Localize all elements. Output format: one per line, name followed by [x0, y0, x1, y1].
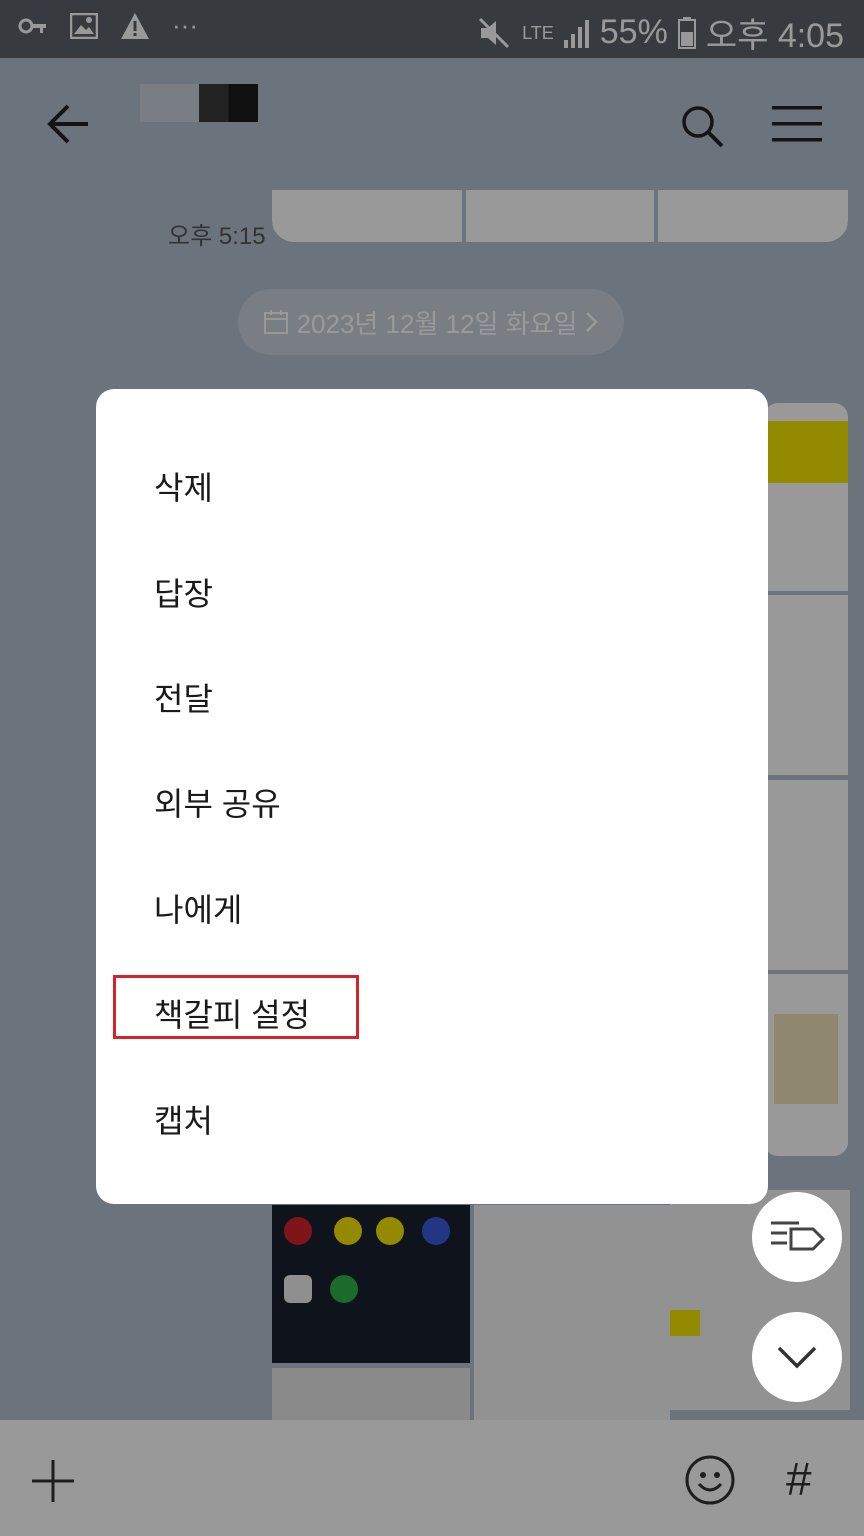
menu-item-forward[interactable]: 전달 [154, 674, 213, 720]
menu-item-capture[interactable]: 캡처 [154, 1096, 213, 1142]
menu-item-reply[interactable]: 답장 [154, 569, 213, 615]
highlight-box [113, 975, 359, 1039]
message-context-menu: 삭제 답장 전달 외부 공유 나에게 책갈피 설정 캡처 [96, 389, 768, 1204]
menu-item-to-me[interactable]: 나에게 [154, 885, 242, 931]
menu-item-delete[interactable]: 삭제 [154, 463, 213, 509]
tag-icon [771, 1221, 825, 1251]
chevron-down-icon [777, 1346, 817, 1369]
tag-button[interactable] [752, 1192, 842, 1282]
menu-item-external-share[interactable]: 외부 공유 [154, 779, 281, 825]
scroll-down-button[interactable] [752, 1312, 842, 1402]
